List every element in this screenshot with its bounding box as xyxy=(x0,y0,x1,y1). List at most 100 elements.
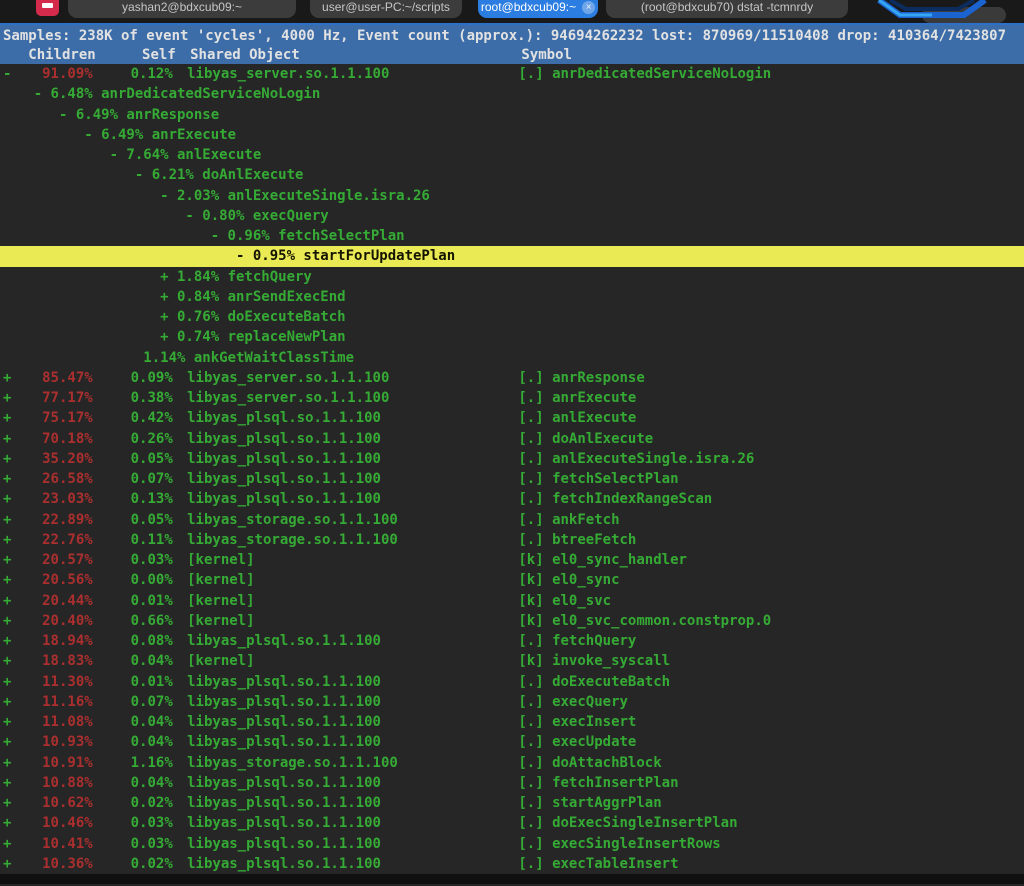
perf-entry-row[interactable]: -91.09%0.12%libyas_server.so.1.1.100[.] … xyxy=(0,64,1024,84)
perf-entry-row[interactable]: +11.30%0.01%libyas_plsql.so.1.1.100[.] d… xyxy=(0,672,1024,692)
perf-entry-row[interactable]: +75.17%0.42%libyas_plsql.so.1.1.100[.] a… xyxy=(0,408,1024,428)
perf-tree-row[interactable]: - 6.49% anrResponse xyxy=(0,105,1024,125)
terminal-tab[interactable]: user@user-PC:~/scripts xyxy=(310,0,462,18)
shared-object: [kernel] xyxy=(187,611,254,631)
column-header-symbol: Symbol xyxy=(521,46,572,65)
perf-entry-row[interactable]: +26.58%0.07%libyas_plsql.so.1.1.100[.] f… xyxy=(0,469,1024,489)
perf-entry-row[interactable]: +10.93%0.04%libyas_plsql.so.1.1.100[.] e… xyxy=(0,732,1024,752)
terminal-tab-bar: yashan2@bdxcub09:~ user@user-PC:~/scripts… xyxy=(0,0,1024,23)
shared-object: [kernel] xyxy=(187,550,254,570)
perf-entry-row[interactable]: +11.08%0.04%libyas_plsql.so.1.1.100[.] e… xyxy=(0,712,1024,732)
symbol: [.] fetchQuery xyxy=(518,631,636,651)
perf-tree-row[interactable]: + 1.84% fetchQuery xyxy=(0,267,1024,287)
terminal-tab[interactable]: yashan2@bdxcub09:~ xyxy=(68,0,296,18)
self-percent: 0.07% xyxy=(93,469,173,489)
perf-tree-row[interactable]: 1.14% ankGetWaitClassTime xyxy=(0,348,1024,368)
children-percent: 11.30% xyxy=(8,672,92,692)
shared-object: libyas_plsql.so.1.1.100 xyxy=(187,854,381,874)
perf-entry-row[interactable]: +85.47%0.09%libyas_server.so.1.1.100[.] … xyxy=(0,368,1024,388)
self-percent: 0.04% xyxy=(93,773,173,793)
column-header-shared-object: Shared Object xyxy=(190,46,300,65)
perf-entry-row[interactable]: +20.44%0.01%[kernel][k] el0_svc xyxy=(0,591,1024,611)
app-menu-button[interactable] xyxy=(36,0,59,16)
symbol: [.] anlExecute xyxy=(518,408,636,428)
children-percent: 75.17% xyxy=(8,408,92,428)
perf-entry-row[interactable]: +18.83%0.04%[kernel][k] invoke_syscall xyxy=(0,651,1024,671)
self-percent: 0.04% xyxy=(93,732,173,752)
children-percent: 10.41% xyxy=(8,834,92,854)
symbol: [.] doAttachBlock xyxy=(518,753,661,773)
perf-tree-row[interactable]: + 0.84% anrSendExecEnd xyxy=(0,287,1024,307)
self-percent: 0.07% xyxy=(93,692,173,712)
self-percent: 0.05% xyxy=(93,510,173,530)
shared-object: libyas_server.so.1.1.100 xyxy=(187,64,389,84)
call-tree-node: - 2.03% anlExecuteSingle.isra.26 xyxy=(160,186,430,206)
call-tree-node: 1.14% ankGetWaitClassTime xyxy=(143,348,354,368)
tab-label: user@user-PC:~/scripts xyxy=(322,0,450,14)
app-logo-icon xyxy=(876,0,988,20)
shared-object: libyas_server.so.1.1.100 xyxy=(187,368,389,388)
perf-tree-row[interactable]: - 6.49% anrExecute xyxy=(0,125,1024,145)
perf-entry-row[interactable]: +10.41%0.03%libyas_plsql.so.1.1.100[.] e… xyxy=(0,834,1024,854)
perf-tree-row[interactable]: + 0.74% replaceNewPlan xyxy=(0,327,1024,347)
perf-entry-row[interactable]: +22.89%0.05%libyas_storage.so.1.1.100[.]… xyxy=(0,510,1024,530)
children-percent: 18.83% xyxy=(8,651,92,671)
children-percent: 70.18% xyxy=(8,429,92,449)
symbol: [.] fetchIndexRangeScan xyxy=(518,489,712,509)
symbol: [.] execSingleInsertRows xyxy=(518,834,720,854)
perf-entry-row[interactable]: +20.57%0.03%[kernel][k] el0_sync_handler xyxy=(0,550,1024,570)
self-percent: 0.01% xyxy=(93,672,173,692)
perf-entry-row[interactable]: +10.36%0.02%libyas_plsql.so.1.1.100[.] e… xyxy=(0,854,1024,874)
self-percent: 0.00% xyxy=(93,570,173,590)
perf-entry-row[interactable]: +10.46%0.03%libyas_plsql.so.1.1.100[.] d… xyxy=(0,813,1024,833)
self-percent: 0.03% xyxy=(93,813,173,833)
children-percent: 77.17% xyxy=(8,388,92,408)
perf-entry-row[interactable]: +20.40%0.66%[kernel][k] el0_svc_common.c… xyxy=(0,611,1024,631)
perf-entry-row[interactable]: +77.17%0.38%libyas_server.so.1.1.100[.] … xyxy=(0,388,1024,408)
perf-tree-row[interactable]: - 0.80% execQuery xyxy=(0,206,1024,226)
shared-object: libyas_plsql.so.1.1.100 xyxy=(187,712,381,732)
children-percent: 22.76% xyxy=(8,530,92,550)
perf-tree-row[interactable]: - 6.48% anrDedicatedServiceNoLogin xyxy=(0,84,1024,104)
call-tree-node: + 1.84% fetchQuery xyxy=(160,267,312,287)
tab-label: yashan2@bdxcub09:~ xyxy=(122,0,242,14)
children-percent: 11.08% xyxy=(8,712,92,732)
perf-entry-row[interactable]: +10.91%1.16%libyas_storage.so.1.1.100[.]… xyxy=(0,753,1024,773)
self-percent: 0.11% xyxy=(93,530,173,550)
shared-object: libyas_plsql.so.1.1.100 xyxy=(187,793,381,813)
call-tree-node: - 7.64% anlExecute xyxy=(110,145,262,165)
shared-object: libyas_plsql.so.1.1.100 xyxy=(187,834,381,854)
self-percent: 0.09% xyxy=(93,368,173,388)
terminal-tab[interactable]: (root@bdxcub70) dstat -tcmnrdy xyxy=(606,0,848,18)
self-percent: 0.66% xyxy=(93,611,173,631)
self-percent: 1.16% xyxy=(93,753,173,773)
perf-entry-row[interactable]: +22.76%0.11%libyas_storage.so.1.1.100[.]… xyxy=(0,530,1024,550)
self-percent: 0.03% xyxy=(93,550,173,570)
perf-tree-row[interactable]: - 0.95% startForUpdatePlan xyxy=(0,246,1024,266)
perf-entry-row[interactable]: +70.18%0.26%libyas_plsql.so.1.1.100[.] d… xyxy=(0,429,1024,449)
perf-entry-row[interactable]: +18.94%0.08%libyas_plsql.so.1.1.100[.] f… xyxy=(0,631,1024,651)
shared-object: libyas_plsql.so.1.1.100 xyxy=(187,813,381,833)
perf-entry-row[interactable]: +35.20%0.05%libyas_plsql.so.1.1.100[.] a… xyxy=(0,449,1024,469)
perf-tree-row[interactable]: - 0.96% fetchSelectPlan xyxy=(0,226,1024,246)
perf-report-header: Samples: 238K of event 'cycles', 4000 Hz… xyxy=(0,23,1024,64)
shared-object: libyas_plsql.so.1.1.100 xyxy=(187,449,381,469)
tab-label: (root@bdxcub70) dstat -tcmnrdy xyxy=(641,0,813,14)
symbol: [.] anrExecute xyxy=(518,388,636,408)
perf-entry-row[interactable]: +23.03%0.13%libyas_plsql.so.1.1.100[.] f… xyxy=(0,489,1024,509)
self-percent: 0.08% xyxy=(93,631,173,651)
children-percent: 35.20% xyxy=(8,449,92,469)
perf-tree-row[interactable]: - 7.64% anlExecute xyxy=(0,145,1024,165)
shared-object: libyas_storage.so.1.1.100 xyxy=(187,753,398,773)
tab-close-icon[interactable]: × xyxy=(582,1,595,14)
perf-entry-row[interactable]: +10.62%0.02%libyas_plsql.so.1.1.100[.] s… xyxy=(0,793,1024,813)
perf-entry-row[interactable]: +10.88%0.04%libyas_plsql.so.1.1.100[.] f… xyxy=(0,773,1024,793)
call-tree-node: - 6.49% anrExecute xyxy=(84,125,236,145)
perf-tree-row[interactable]: - 6.21% doAnlExecute xyxy=(0,165,1024,185)
terminal-tab[interactable]: root@bdxcub09:~× xyxy=(478,0,598,18)
perf-entry-row[interactable]: +20.56%0.00%[kernel][k] el0_sync xyxy=(0,570,1024,590)
perf-tree-row[interactable]: - 2.03% anlExecuteSingle.isra.26 xyxy=(0,186,1024,206)
shared-object: libyas_plsql.so.1.1.100 xyxy=(187,773,381,793)
perf-entry-row[interactable]: +11.16%0.07%libyas_plsql.so.1.1.100[.] e… xyxy=(0,692,1024,712)
perf-tree-row[interactable]: + 0.76% doExecuteBatch xyxy=(0,307,1024,327)
